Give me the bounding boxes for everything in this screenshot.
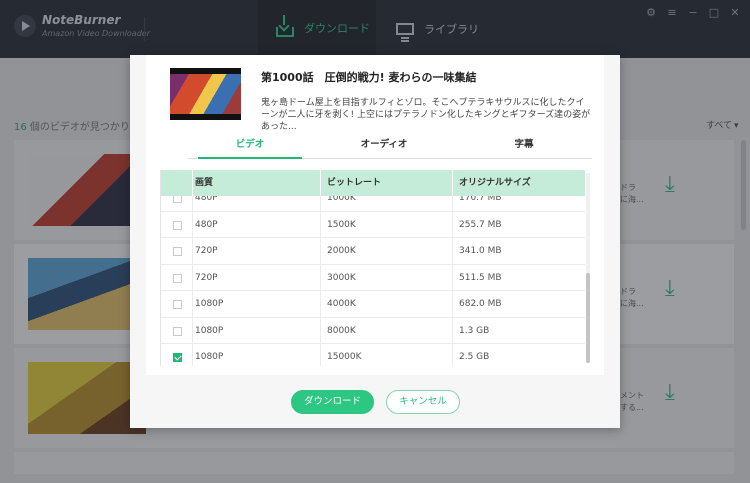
- row-checkbox-checked[interactable]: [173, 353, 182, 362]
- episode-description: 鬼ヶ島ドーム屋上を目指すルフィとゾロ。そこへプテラキサウルスに化したクイーンが二…: [261, 98, 591, 132]
- table-row[interactable]: 1080P 4000K 682.0 MB: [161, 291, 585, 318]
- quality-table: 480P 1000K 170.7 MB 480P 1500K 255.7 MB 720P…: [160, 170, 585, 366]
- quality-table-body[interactable]: 480P 1000K 170.7 MB 480P 1500K 255.7 MB 720P…: [161, 185, 585, 366]
- size-cell: 682.0 MB: [459, 299, 502, 309]
- quality-cell: 1080P: [193, 291, 321, 317]
- tab-subtitles[interactable]: 字幕: [474, 135, 574, 159]
- row-checkbox-cell: [161, 238, 193, 264]
- download-button[interactable]: ダウンロード: [291, 390, 374, 414]
- bitrate-cell: 8000K: [321, 317, 453, 343]
- quality-cell: 720P: [193, 238, 321, 264]
- row-checkbox-cell: [161, 264, 193, 290]
- size-cell: 511.5 MB: [459, 272, 502, 283]
- option-tabs: ビデオ オーディオ 字幕: [188, 135, 592, 159]
- row-checkbox[interactable]: [173, 247, 182, 256]
- quality-cell: 480P: [193, 211, 321, 237]
- quality-cell: 1080P: [193, 317, 321, 343]
- header-size: オリジナルサイズ: [453, 170, 585, 196]
- table-row[interactable]: 720P 2000K 341.0 MB: [161, 238, 585, 265]
- row-checkbox[interactable]: [173, 273, 182, 283]
- bitrate-cell: 1500K: [321, 211, 453, 237]
- row-checkbox-cell: [161, 291, 193, 317]
- table-row[interactable]: 1080P 15000K 2.5 GB: [161, 344, 585, 366]
- header-bitrate: ビットレート: [321, 170, 453, 196]
- row-checkbox-cell: [161, 344, 193, 366]
- size-cell: 2.5 GB: [459, 352, 490, 362]
- size-cell: 341.0 MB: [459, 246, 502, 256]
- row-checkbox[interactable]: [173, 326, 182, 336]
- quality-cell: 1080P: [193, 344, 321, 366]
- bitrate-cell: 4000K: [321, 291, 453, 317]
- tab-video[interactable]: ビデオ: [198, 135, 302, 159]
- bitrate-cell: 3000K: [321, 264, 453, 290]
- row-checkbox[interactable]: [173, 300, 182, 309]
- quality-cell: 720P: [193, 264, 321, 290]
- download-options-dialog: 第1000話 圧倒的戦力! 麦わらの一味集結 鬼ヶ島ドーム屋上を目指すルフィとゾ…: [130, 55, 620, 428]
- table-row[interactable]: 720P 3000K 511.5 MB: [161, 264, 585, 291]
- bitrate-cell: 15000K: [321, 344, 453, 366]
- table-row[interactable]: 1080P 8000K 1.3 GB: [161, 317, 585, 344]
- table-scrollbar[interactable]: [586, 173, 590, 363]
- table-row[interactable]: 480P 1500K 255.7 MB: [161, 211, 585, 238]
- table-header: 画質 ビットレート オリジナルサイズ: [161, 170, 585, 196]
- size-cell: 255.7 MB: [459, 219, 502, 230]
- bitrate-cell: 2000K: [321, 238, 453, 264]
- episode-title: 第1000話 圧倒的戦力! 麦わらの一味集結: [261, 71, 477, 84]
- tab-audio[interactable]: オーディオ: [334, 135, 434, 159]
- cancel-button[interactable]: キャンセル: [386, 390, 460, 414]
- row-checkbox-cell: [161, 317, 193, 343]
- row-checkbox[interactable]: [173, 220, 182, 230]
- header-checkbox-col: [161, 170, 193, 196]
- row-checkbox-cell: [161, 211, 193, 237]
- episode-thumbnail: [170, 68, 241, 120]
- dialog-content: 第1000話 圧倒的戦力! 麦わらの一味集結 鬼ヶ島ドーム屋上を目指すルフィとゾ…: [146, 55, 604, 375]
- header-quality: 画質: [193, 170, 321, 196]
- size-cell: 1.3 GB: [459, 325, 490, 336]
